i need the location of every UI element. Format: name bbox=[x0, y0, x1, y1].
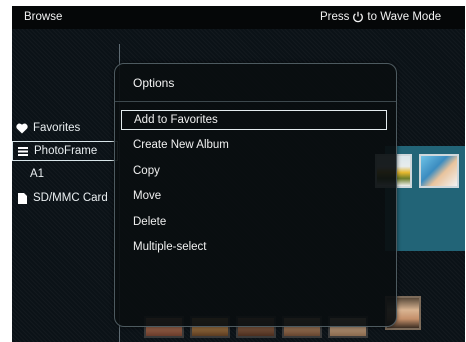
sidebar-item-sd-mmc-card[interactable]: SD/MMC Card bbox=[12, 188, 118, 208]
sidebar-item-photoframe[interactable]: PhotoFrame bbox=[12, 141, 118, 161]
menu-item-copy[interactable]: Copy bbox=[121, 161, 387, 181]
menu-item-label: Delete bbox=[133, 216, 167, 228]
dialog-title: Options bbox=[133, 76, 175, 90]
screen-title: Browse bbox=[24, 11, 63, 23]
sidebar-item-a1[interactable]: A1 bbox=[12, 164, 118, 184]
sidebar-item-label: PhotoFrame bbox=[34, 145, 98, 157]
power-icon bbox=[353, 11, 364, 23]
hint-prefix: Press bbox=[320, 11, 350, 23]
wave-mode-hint: Press to Wave Mode bbox=[320, 11, 441, 23]
list-icon bbox=[16, 144, 30, 158]
menu-item-label: Move bbox=[133, 190, 162, 202]
sidebar-item-label: A1 bbox=[30, 168, 45, 180]
menu-item-label: Create New Album bbox=[133, 139, 229, 151]
dialog-divider bbox=[115, 101, 396, 102]
top-bar: Browse Press to Wave Mode bbox=[12, 6, 465, 29]
menu-item-label: Multiple-select bbox=[133, 241, 207, 253]
menu-item-create-new-album[interactable]: Create New Album bbox=[121, 135, 387, 155]
browse-screen: Browse Press to Wave Mode Favorites Phot… bbox=[12, 6, 465, 342]
hint-suffix: to Wave Mode bbox=[367, 11, 442, 23]
options-dialog: Options Add to Favorites Create New Albu… bbox=[114, 63, 397, 327]
menu-item-multiple-select[interactable]: Multiple-select bbox=[121, 237, 387, 257]
menu-item-add-to-favorites[interactable]: Add to Favorites bbox=[121, 110, 387, 130]
sidebar-item-label: Favorites bbox=[33, 122, 81, 134]
sidebar-item-favorites[interactable]: Favorites bbox=[12, 118, 118, 138]
heart-icon bbox=[15, 121, 29, 135]
menu-item-move[interactable]: Move bbox=[121, 186, 387, 206]
sidebar-item-label: SD/MMC Card bbox=[33, 192, 108, 204]
menu-item-label: Copy bbox=[133, 165, 160, 177]
menu-item-delete[interactable]: Delete bbox=[121, 212, 387, 232]
menu-item-label: Add to Favorites bbox=[134, 114, 218, 126]
card-icon bbox=[15, 191, 29, 205]
photo-thumbnail[interactable] bbox=[419, 154, 459, 188]
